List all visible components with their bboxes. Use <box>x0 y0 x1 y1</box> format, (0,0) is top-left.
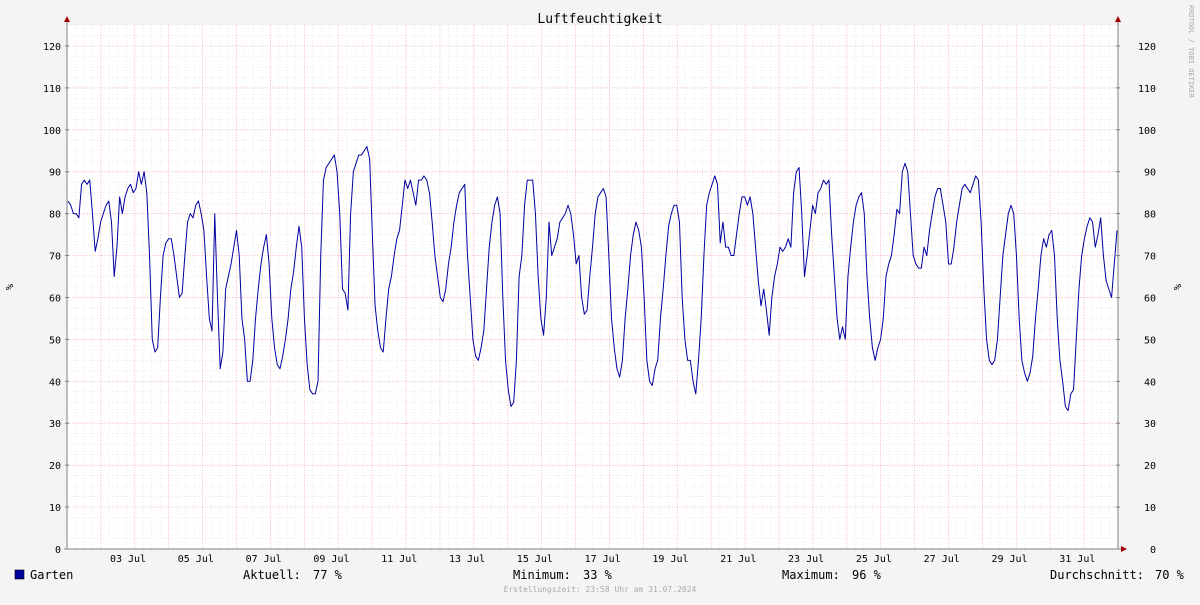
x-tick-label: 23 Jul <box>788 554 824 565</box>
x-tick-label: 19 Jul <box>652 554 688 565</box>
watermark: RRDTOOL / TOBI OETIKER <box>1187 5 1195 99</box>
y-tick-label-right: 10 <box>1144 503 1156 514</box>
y-tick-label-right: 20 <box>1144 461 1156 472</box>
y-axis-label-right: % <box>1173 284 1184 290</box>
x-tick-label: 03 Jul <box>110 554 146 565</box>
y-tick-label-left: 20 <box>49 461 61 472</box>
y-tick-label-right: 30 <box>1144 419 1156 430</box>
x-tick-label: 29 Jul <box>991 554 1027 565</box>
y-tick-label-right: 0 <box>1150 545 1156 556</box>
legend-current-value: 77 % <box>313 568 343 582</box>
y-tick-label-right: 60 <box>1144 293 1156 304</box>
y-tick-label-right: 50 <box>1144 335 1156 346</box>
x-tick-label: 21 Jul <box>720 554 756 565</box>
chart-container: 0 10 20 30 40 50 60 70 80 90 100 110 120 0 10 20 30 40 50… <box>0 0 1200 600</box>
legend-swatch <box>14 569 25 580</box>
y-axis-label-left: % <box>5 284 16 290</box>
x-tick-labels: 03 Jul 05 Jul 07 Jul 09 Jul 11 Jul 13 Jul 15 J… <box>110 554 1095 565</box>
legend-avg-label: Durchschnitt: <box>1050 568 1144 582</box>
y-tick-label-right: 70 <box>1144 252 1156 263</box>
legend-max-value: 96 % <box>852 568 882 582</box>
y-tick-label-right: 90 <box>1144 168 1156 179</box>
footer-timestamp: Erstellungszeit: 23:58 Uhr am 31.07.2024 <box>504 585 697 594</box>
y-tick-label-left: 80 <box>49 210 61 221</box>
x-tick-label: 13 Jul <box>449 554 485 565</box>
y-tick-label-left: 0 <box>55 545 61 556</box>
y-tick-label-left: 90 <box>49 168 61 179</box>
chart-svg: 0 10 20 30 40 50 60 70 80 90 100 110 120 0 10 20 30 40 50… <box>0 0 1200 600</box>
x-tick-label: 31 Jul <box>1059 554 1095 565</box>
y-tick-label-right: 40 <box>1144 377 1156 388</box>
legend-max-label: Maximum: <box>782 568 840 582</box>
y-tick-label-left: 120 <box>43 42 61 53</box>
x-tick-label: 27 Jul <box>924 554 960 565</box>
y-tick-label-right: 110 <box>1138 84 1156 95</box>
y-tick-label-left: 100 <box>43 126 61 137</box>
y-tick-label-left: 40 <box>49 377 61 388</box>
legend-series-label: Garten <box>30 568 73 582</box>
y-tick-label-left: 60 <box>49 293 61 304</box>
x-tick-label: 07 Jul <box>246 554 282 565</box>
y-tick-label-right: 120 <box>1138 42 1156 53</box>
x-tick-label: 05 Jul <box>178 554 214 565</box>
legend-avg-value: 70 % <box>1155 568 1185 582</box>
y-tick-label-left: 70 <box>49 252 61 263</box>
y-tick-label-left: 10 <box>49 503 61 514</box>
x-tick-label: 15 Jul <box>517 554 553 565</box>
y-tick-label-left: 110 <box>43 84 61 95</box>
y-tick-label-left: 50 <box>49 335 61 346</box>
legend-min-label: Minimum: <box>513 568 571 582</box>
x-tick-label: 25 Jul <box>856 554 892 565</box>
legend-current-label: Aktuell: <box>243 568 301 582</box>
y-tick-label-right: 100 <box>1138 126 1156 137</box>
x-tick-label: 11 Jul <box>381 554 417 565</box>
y-tick-label-right: 80 <box>1144 210 1156 221</box>
legend-min-value: 33 % <box>583 568 613 582</box>
y-tick-label-left: 30 <box>49 419 61 430</box>
x-tick-label: 17 Jul <box>585 554 621 565</box>
x-tick-label: 09 Jul <box>313 554 349 565</box>
chart-title: Luftfeuchtigkeit <box>537 12 662 27</box>
